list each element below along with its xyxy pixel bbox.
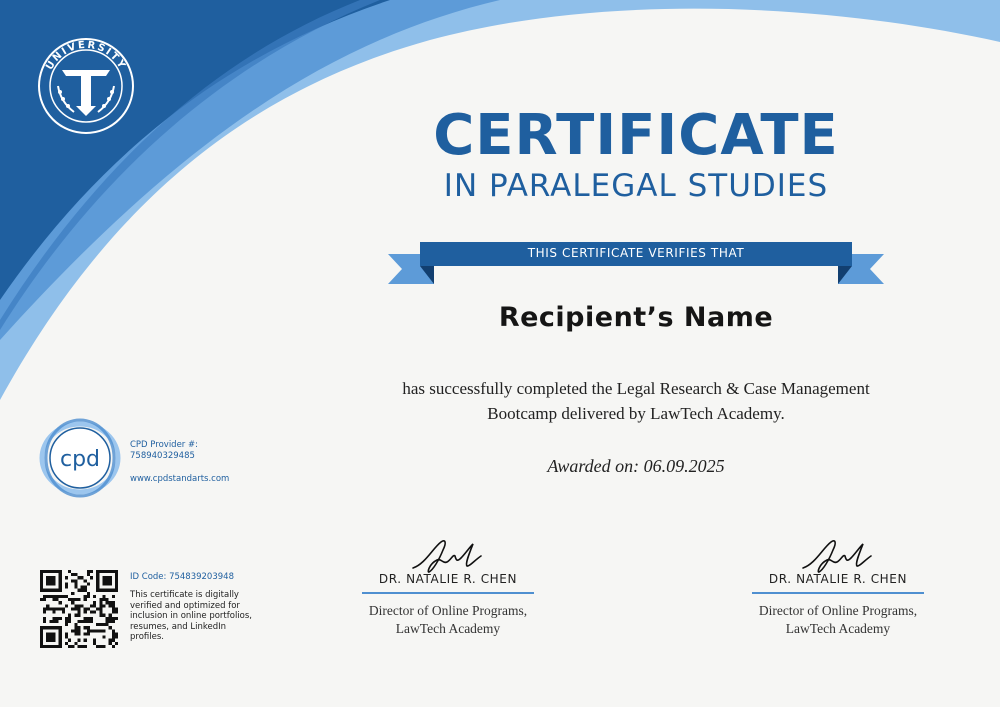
signature-icon xyxy=(802,540,872,573)
cpd-website-link[interactable]: www.cpdstandarts.com xyxy=(130,474,270,485)
qr-code-icon[interactable] xyxy=(40,570,118,648)
completion-description: has successfully completed the Legal Res… xyxy=(340,376,932,426)
signature-line xyxy=(752,592,924,594)
awarded-label: Awarded on: xyxy=(547,456,640,476)
description-line-1: has successfully completed the Legal Res… xyxy=(402,379,870,398)
signatory-role-line-1: Director of Online Programs, xyxy=(368,603,528,618)
cpd-provider-label: CPD Provider #: xyxy=(130,440,198,450)
university-emblem-icon: UNIVERSITY xyxy=(38,38,134,134)
signatory-role-line-2: LawTech Academy xyxy=(395,621,501,636)
signatory-name: DR. NATALIE R. CHEN xyxy=(768,572,908,586)
recipient-name: Recipient’s Name xyxy=(498,302,774,333)
certificate-subtitle: IN PARALEGAL STUDIES xyxy=(443,168,829,204)
cpd-logo-text: cpd xyxy=(60,447,100,472)
signatory-role-line-1: Director of Online Programs, xyxy=(758,603,918,618)
svg-text:UNIVERSITY: UNIVERSITY xyxy=(44,40,128,72)
ribbon-text: THIS CERTIFICATE VERIFIES THAT xyxy=(527,246,745,260)
verification-block: ID Code: 754839203948 This certificate i… xyxy=(130,572,262,643)
signature-line xyxy=(362,592,534,594)
id-code: ID Code: 754839203948 xyxy=(130,572,234,582)
awarded-date: 06.09.2025 xyxy=(643,456,725,476)
signature-icon xyxy=(412,540,482,573)
verification-note: This certificate is digitally verified a… xyxy=(130,590,253,642)
signatory-name: DR. NATALIE R. CHEN xyxy=(378,572,518,586)
cpd-provider-info: CPD Provider #: 758940329485 www.cpdstan… xyxy=(130,440,270,485)
signatory-role-line-2: LawTech Academy xyxy=(785,621,891,636)
emblem-ring-text: UNIVERSITY xyxy=(44,40,126,72)
signatory-block-1: DR. NATALIE R. CHEN Director of Online P… xyxy=(353,534,543,638)
certificate-title: CERTIFICATE xyxy=(433,103,839,168)
signatory-block-2: DR. NATALIE R. CHEN Director of Online P… xyxy=(743,534,933,638)
certificate: UNIVERSITY CERTIFICATE IN PARALEGAL STUD… xyxy=(0,0,1000,707)
awarded-date-line: Awarded on: 06.09.2025 xyxy=(386,456,886,477)
description-line-2: Bootcamp delivered by LawTech Academy. xyxy=(487,404,785,423)
cpd-logo-icon: cpd xyxy=(39,418,121,498)
cpd-provider-number: 758940329485 xyxy=(130,451,195,461)
